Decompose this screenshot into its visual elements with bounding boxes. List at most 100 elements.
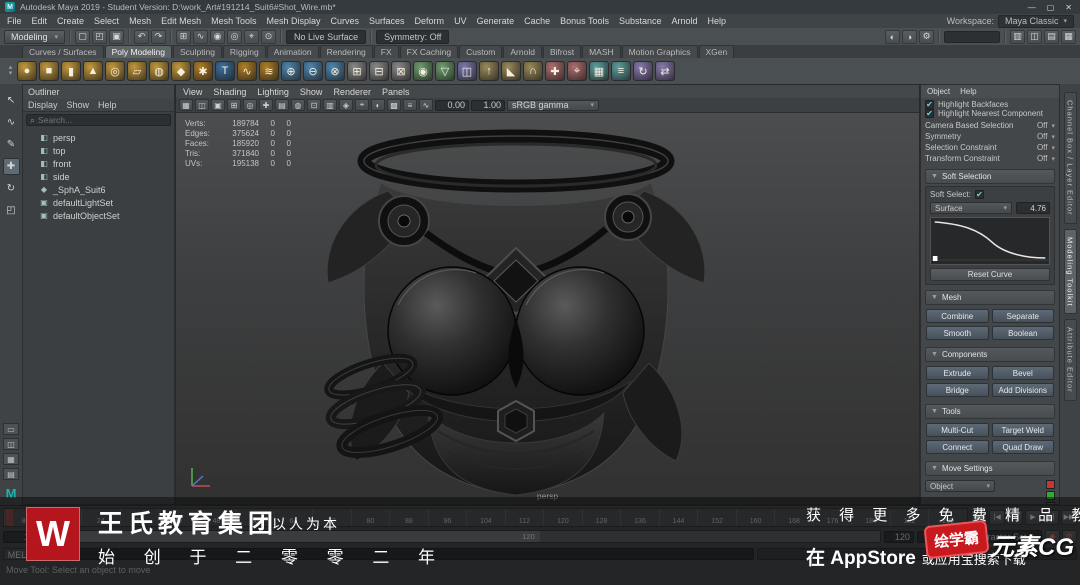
shelf-icon[interactable]: ■ — [39, 61, 59, 81]
sidebar-toggle-icon[interactable]: ▥ — [1010, 29, 1025, 44]
panel-menu-item[interactable]: Renderer — [333, 87, 371, 97]
viewport-toggle-icon[interactable]: ◈ — [339, 99, 353, 111]
mtk-command-button[interactable]: Bevel — [991, 366, 1054, 380]
viewport-toggle-icon[interactable]: ⌖ — [355, 99, 369, 111]
sidebar-vertical-tab[interactable]: Modeling Toolkit — [1063, 228, 1077, 315]
playback-button[interactable]: ◀◀ — [971, 509, 987, 525]
menu-item[interactable]: Mesh — [124, 14, 156, 28]
shelf-tab[interactable]: FX — [373, 45, 399, 58]
shelf-icon[interactable]: ◆ — [171, 61, 191, 81]
snap-icon[interactable]: ◉ — [210, 29, 226, 44]
tool-button[interactable]: ✚ — [2, 158, 20, 175]
shelf-icon[interactable]: ● — [17, 61, 37, 81]
shelf-icon[interactable]: ∿ — [237, 61, 257, 81]
shelf-tab[interactable]: Motion Graphics — [621, 45, 698, 58]
tool-button[interactable]: ↻ — [3, 180, 20, 197]
command-input[interactable] — [34, 548, 754, 560]
exposure-field[interactable]: 0.00 — [435, 99, 469, 111]
shelf-icon[interactable]: ▦ — [589, 61, 609, 81]
shelf-icon[interactable]: ✱ — [193, 61, 213, 81]
shelf-icon[interactable]: ≋ — [259, 61, 279, 81]
mtk-command-button[interactable]: Bridge — [926, 383, 989, 397]
menu-item[interactable]: Deform — [410, 14, 450, 28]
status-icon[interactable]: ↶ — [134, 29, 150, 44]
mtk-command-button[interactable]: Connect — [926, 440, 989, 454]
render-icon[interactable]: ◑ — [902, 29, 917, 44]
menu-item[interactable]: Help — [703, 14, 732, 28]
mtk-menu-item[interactable]: Help — [960, 87, 976, 96]
viewport-toggle-icon[interactable]: ✚ — [259, 99, 273, 111]
shelf-tab[interactable]: Sculpting — [172, 45, 222, 58]
viewport-toggle-icon[interactable]: ⊡ — [307, 99, 321, 111]
shelf-icon[interactable]: ▱ — [127, 61, 147, 81]
playback-start-field[interactable]: 1 — [36, 530, 66, 543]
snap-icon[interactable]: ⊙ — [261, 29, 277, 44]
menu-item[interactable]: Surfaces — [364, 14, 410, 28]
mtk-command-button[interactable]: Boolean — [991, 326, 1054, 340]
reset-curve-button[interactable]: Reset Curve — [930, 268, 1050, 281]
viewport-toggle-icon[interactable]: ⊞ — [227, 99, 241, 111]
playback-button[interactable]: |◀ — [989, 509, 1005, 525]
outliner-item[interactable]: ◧ persp — [23, 131, 174, 144]
shelf-tab[interactable]: Rendering — [319, 45, 373, 58]
menu-item[interactable]: Generate — [472, 14, 520, 28]
shelf-icon[interactable]: ↻ — [633, 61, 653, 81]
outliner-item[interactable]: ▣ defaultLightSet — [23, 196, 174, 209]
sidebar-toggle-icon[interactable]: ◫ — [1027, 29, 1042, 44]
shelf-icon[interactable]: ▽ — [435, 61, 455, 81]
outliner-item[interactable]: ◆ _SphA_Suit6 — [23, 183, 174, 196]
mtk-command-button[interactable]: Smooth — [926, 326, 989, 340]
panel-menu-item[interactable]: Panels — [382, 87, 410, 97]
shelf-scroll-down-icon[interactable]: ▾ — [9, 70, 13, 77]
minimize-button[interactable]: — — [1028, 3, 1036, 12]
shelf-tab[interactable]: FX Caching — [399, 45, 459, 58]
mtk-checkbox-row[interactable]: ✔ Highlight Nearest Component — [925, 109, 1055, 118]
anim-pref-icon[interactable]: ◆ — [1045, 529, 1060, 544]
snap-icon[interactable]: ◎ — [227, 29, 243, 44]
anim-pref-icon[interactable]: ⚙ — [1062, 529, 1077, 544]
snap-icon[interactable]: ⊞ — [176, 29, 192, 44]
viewport-toggle-icon[interactable]: ▥ — [323, 99, 337, 111]
axis-color-chip[interactable] — [1046, 491, 1055, 500]
viewport-toggle-icon[interactable]: ◐ — [371, 99, 385, 111]
shelf-tab[interactable]: Curves / Surfaces — [22, 45, 104, 58]
shelf-icon[interactable]: ◫ — [457, 61, 477, 81]
shelf-tab[interactable]: Poly Modeling — [104, 45, 172, 58]
status-icon[interactable]: ▢ — [75, 29, 91, 44]
mtk-dropdown-row[interactable]: Selection Constraint Off ▾ — [925, 142, 1055, 153]
menu-set-selector[interactable]: Modeling ▾ — [4, 29, 66, 44]
mtk-command-button[interactable]: Separate — [991, 309, 1054, 323]
tool-button[interactable]: ∿ — [3, 114, 20, 131]
snap-icon[interactable]: ⌖ — [244, 29, 260, 44]
panel-menu-item[interactable]: Lighting — [257, 87, 289, 97]
outliner-item[interactable]: ◧ front — [23, 157, 174, 170]
falloff-mode-selector[interactable]: Surface ▾ — [930, 202, 1012, 214]
animation-start-field[interactable]: 1 — [3, 530, 33, 543]
outliner-menu-item[interactable]: Show — [67, 100, 90, 110]
outliner-item[interactable]: ◧ top — [23, 144, 174, 157]
search-input[interactable] — [38, 115, 167, 125]
render-icon[interactable]: ◐ — [885, 29, 900, 44]
menu-item[interactable]: Create — [52, 14, 89, 28]
outliner-menu-item[interactable]: Help — [98, 100, 117, 110]
shelf-icon[interactable]: ↑ — [479, 61, 499, 81]
viewport-toggle-icon[interactable]: ◫ — [195, 99, 209, 111]
panel-menu-item[interactable]: Shading — [213, 87, 246, 97]
current-frame-marker[interactable] — [6, 508, 13, 526]
shelf-icon[interactable]: T — [215, 61, 235, 81]
menu-item[interactable]: File — [2, 14, 27, 28]
symmetry-selector[interactable]: Symmetry: Off — [376, 29, 450, 44]
shelf-tab[interactable]: Arnold — [503, 45, 542, 58]
shelf-icon[interactable]: ≡ — [611, 61, 631, 81]
panel-menu-item[interactable]: Show — [300, 87, 323, 97]
sidebar-toggle-icon[interactable]: ▦ — [1061, 29, 1076, 44]
falloff-curve-editor[interactable] — [930, 217, 1050, 265]
menu-item[interactable]: Arnold — [667, 14, 703, 28]
mtk-command-button[interactable]: Multi-Cut — [926, 423, 989, 437]
shelf-icon[interactable]: ▮ — [61, 61, 81, 81]
mtk-command-button[interactable]: Quad Draw — [991, 440, 1054, 454]
shelf-icon[interactable]: ∩ — [523, 61, 543, 81]
animation-end-field[interactable]: 200 — [916, 530, 947, 543]
shelf-icon[interactable]: ◍ — [149, 61, 169, 81]
status-icon[interactable]: ↷ — [151, 29, 167, 44]
